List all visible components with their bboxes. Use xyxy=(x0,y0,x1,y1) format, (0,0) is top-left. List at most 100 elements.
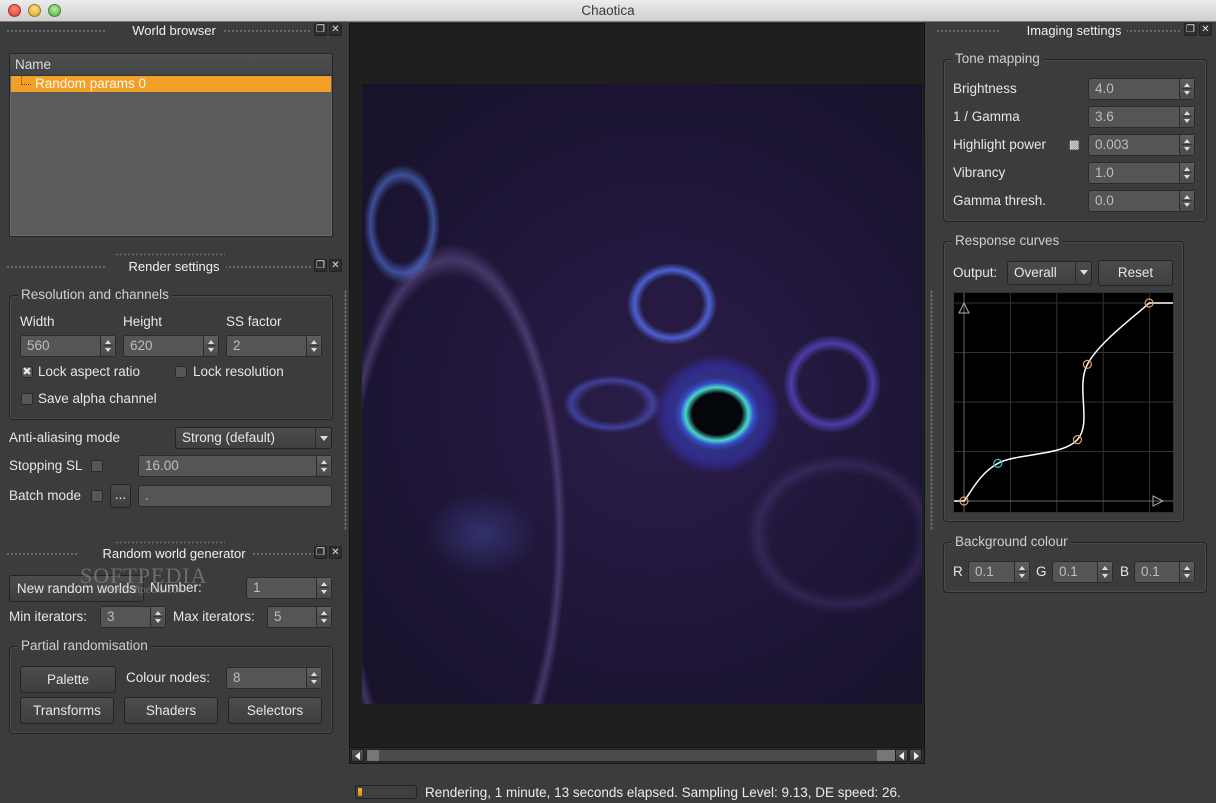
ss-factor-spinbox[interactable]: 2 xyxy=(226,335,322,357)
number-spinbox[interactable]: 1 xyxy=(246,577,332,599)
imaging-settings-dock-title[interactable]: Imaging settings ❐ ✕ xyxy=(936,22,1212,40)
close-dock-icon[interactable]: ✕ xyxy=(329,23,342,36)
spin-arrows-icon[interactable] xyxy=(1179,191,1194,211)
vibrancy-spinbox[interactable]: 1.0 xyxy=(1088,162,1195,184)
save-alpha-label: Save alpha channel xyxy=(38,391,157,406)
spin-arrows-icon[interactable] xyxy=(203,336,218,356)
stopping-sl-checkbox[interactable] xyxy=(91,460,103,472)
reset-curve-button[interactable]: Reset xyxy=(1098,260,1173,286)
response-curve-editor[interactable] xyxy=(953,292,1174,513)
batch-browse-button[interactable]: ... xyxy=(110,484,131,508)
fractal-render-image xyxy=(362,84,922,704)
horizontal-scrollbar[interactable] xyxy=(350,747,924,763)
green-spinbox[interactable]: 0.1 xyxy=(1052,561,1113,583)
spin-arrows-icon[interactable] xyxy=(1179,562,1194,582)
world-browser-dock-title[interactable]: World browser ❐ ✕ xyxy=(6,22,342,40)
imaging-settings-title: Imaging settings xyxy=(1020,23,1128,38)
min-iterators-spinbox[interactable]: 3 xyxy=(100,606,166,628)
render-settings-title: Render settings xyxy=(122,259,226,274)
zoom-window-button[interactable] xyxy=(48,4,61,17)
float-dock-icon[interactable]: ❐ xyxy=(314,546,327,559)
height-spinbox[interactable]: 620 xyxy=(123,335,219,357)
tree-column-header[interactable]: Name xyxy=(10,54,332,76)
red-spinbox[interactable]: 0.1 xyxy=(968,561,1030,583)
inverse-gamma-spinbox[interactable]: 3.6 xyxy=(1088,106,1195,128)
spin-arrows-icon[interactable] xyxy=(1097,562,1112,582)
progress-fill xyxy=(358,788,363,796)
gamma-threshold-label: Gamma thresh. xyxy=(953,193,1047,208)
stopping-sl-spinbox[interactable]: 16.00 xyxy=(138,455,332,477)
transforms-button[interactable]: Transforms xyxy=(20,697,114,724)
lock-aspect-checkbox[interactable]: ✖ xyxy=(21,366,33,378)
spin-arrows-icon[interactable] xyxy=(316,456,331,476)
float-dock-icon[interactable]: ❐ xyxy=(1184,23,1197,36)
dock-splitter[interactable] xyxy=(115,253,225,256)
blue-label: B xyxy=(1120,564,1130,579)
output-channel-select[interactable]: Overall xyxy=(1007,261,1092,285)
lock-aspect-label: Lock aspect ratio xyxy=(38,364,141,379)
resolution-group-title: Resolution and channels xyxy=(18,287,172,302)
selectors-button[interactable]: Selectors xyxy=(228,697,322,724)
tree-item[interactable]: Random params 0 xyxy=(11,76,331,92)
spin-arrows-icon[interactable] xyxy=(1179,107,1194,127)
scrollbar-track[interactable] xyxy=(366,749,896,762)
float-dock-icon[interactable]: ❐ xyxy=(314,23,327,36)
max-iterators-spinbox[interactable]: 5 xyxy=(267,606,332,628)
float-dock-icon[interactable]: ❐ xyxy=(314,259,327,272)
blue-spinbox[interactable]: 0.1 xyxy=(1134,561,1195,583)
highlight-power-label: Highlight power xyxy=(953,137,1047,152)
vibrancy-label: Vibrancy xyxy=(953,165,1006,180)
height-label: Height xyxy=(123,314,163,329)
render-viewport[interactable] xyxy=(349,23,925,764)
scrollbar-handle[interactable] xyxy=(877,750,895,761)
scroll-right-icon[interactable] xyxy=(909,749,922,762)
highlight-power-spinbox[interactable]: 0.003 xyxy=(1088,134,1195,156)
shaders-button[interactable]: Shaders xyxy=(124,697,218,724)
aa-mode-select[interactable]: Strong (default) xyxy=(175,427,332,449)
window-titlebar: Chaotica xyxy=(0,0,1216,22)
gamma-threshold-spinbox[interactable]: 0.0 xyxy=(1088,190,1195,212)
brightness-spinbox[interactable]: 4.0 xyxy=(1088,78,1195,100)
random-world-title: Random world generator xyxy=(96,546,252,561)
palette-button[interactable]: Palette xyxy=(20,666,116,693)
minimize-window-button[interactable] xyxy=(28,4,41,17)
spin-arrows-icon[interactable] xyxy=(306,668,321,688)
close-dock-icon[interactable]: ✕ xyxy=(329,546,342,559)
close-dock-icon[interactable]: ✕ xyxy=(1199,23,1212,36)
right-splitter[interactable] xyxy=(930,290,933,530)
width-spinbox[interactable]: 560 xyxy=(20,335,116,357)
spin-arrows-icon[interactable] xyxy=(150,607,165,627)
spin-arrows-icon[interactable] xyxy=(1179,79,1194,99)
scroll-left-icon[interactable] xyxy=(351,749,364,762)
colour-nodes-spinbox[interactable]: 8 xyxy=(226,667,322,689)
scroll-left-icon[interactable] xyxy=(895,749,908,762)
render-progress-bar xyxy=(355,785,417,799)
spin-arrows-icon[interactable] xyxy=(316,607,331,627)
stopping-sl-label: Stopping SL xyxy=(9,458,83,473)
save-alpha-checkbox[interactable] xyxy=(21,393,33,405)
spin-arrows-icon[interactable] xyxy=(100,336,115,356)
close-window-button[interactable] xyxy=(8,4,21,17)
spin-arrows-icon[interactable] xyxy=(306,336,321,356)
new-random-worlds-button[interactable]: New random worlds xyxy=(9,575,144,602)
left-splitter[interactable] xyxy=(344,290,347,530)
lock-resolution-label: Lock resolution xyxy=(193,364,284,379)
aa-mode-label: Anti-aliasing mode xyxy=(9,430,121,445)
batch-path-input[interactable]: . xyxy=(138,485,332,507)
response-curve-svg[interactable] xyxy=(954,293,1173,512)
random-world-dock-title[interactable]: Random world generator ❐ ✕ xyxy=(6,545,342,563)
max-iterators-label: Max iterators: xyxy=(173,609,255,624)
render-settings-dock-title[interactable]: Render settings ❐ ✕ xyxy=(6,258,342,276)
close-dock-icon[interactable]: ✕ xyxy=(329,259,342,272)
dock-splitter[interactable] xyxy=(115,541,225,544)
spin-arrows-icon[interactable] xyxy=(1179,163,1194,183)
spin-arrows-icon[interactable] xyxy=(316,578,331,598)
highlight-power-checkbox[interactable]: ▩ xyxy=(1068,139,1080,151)
min-iterators-label: Min iterators: xyxy=(9,609,88,624)
spin-arrows-icon[interactable] xyxy=(1014,562,1029,582)
scrollbar-handle[interactable] xyxy=(367,750,379,761)
batch-mode-checkbox[interactable] xyxy=(91,490,103,502)
world-tree[interactable]: Name Random params 0 xyxy=(9,53,333,237)
spin-arrows-icon[interactable] xyxy=(1179,135,1194,155)
lock-resolution-checkbox[interactable] xyxy=(175,366,187,378)
